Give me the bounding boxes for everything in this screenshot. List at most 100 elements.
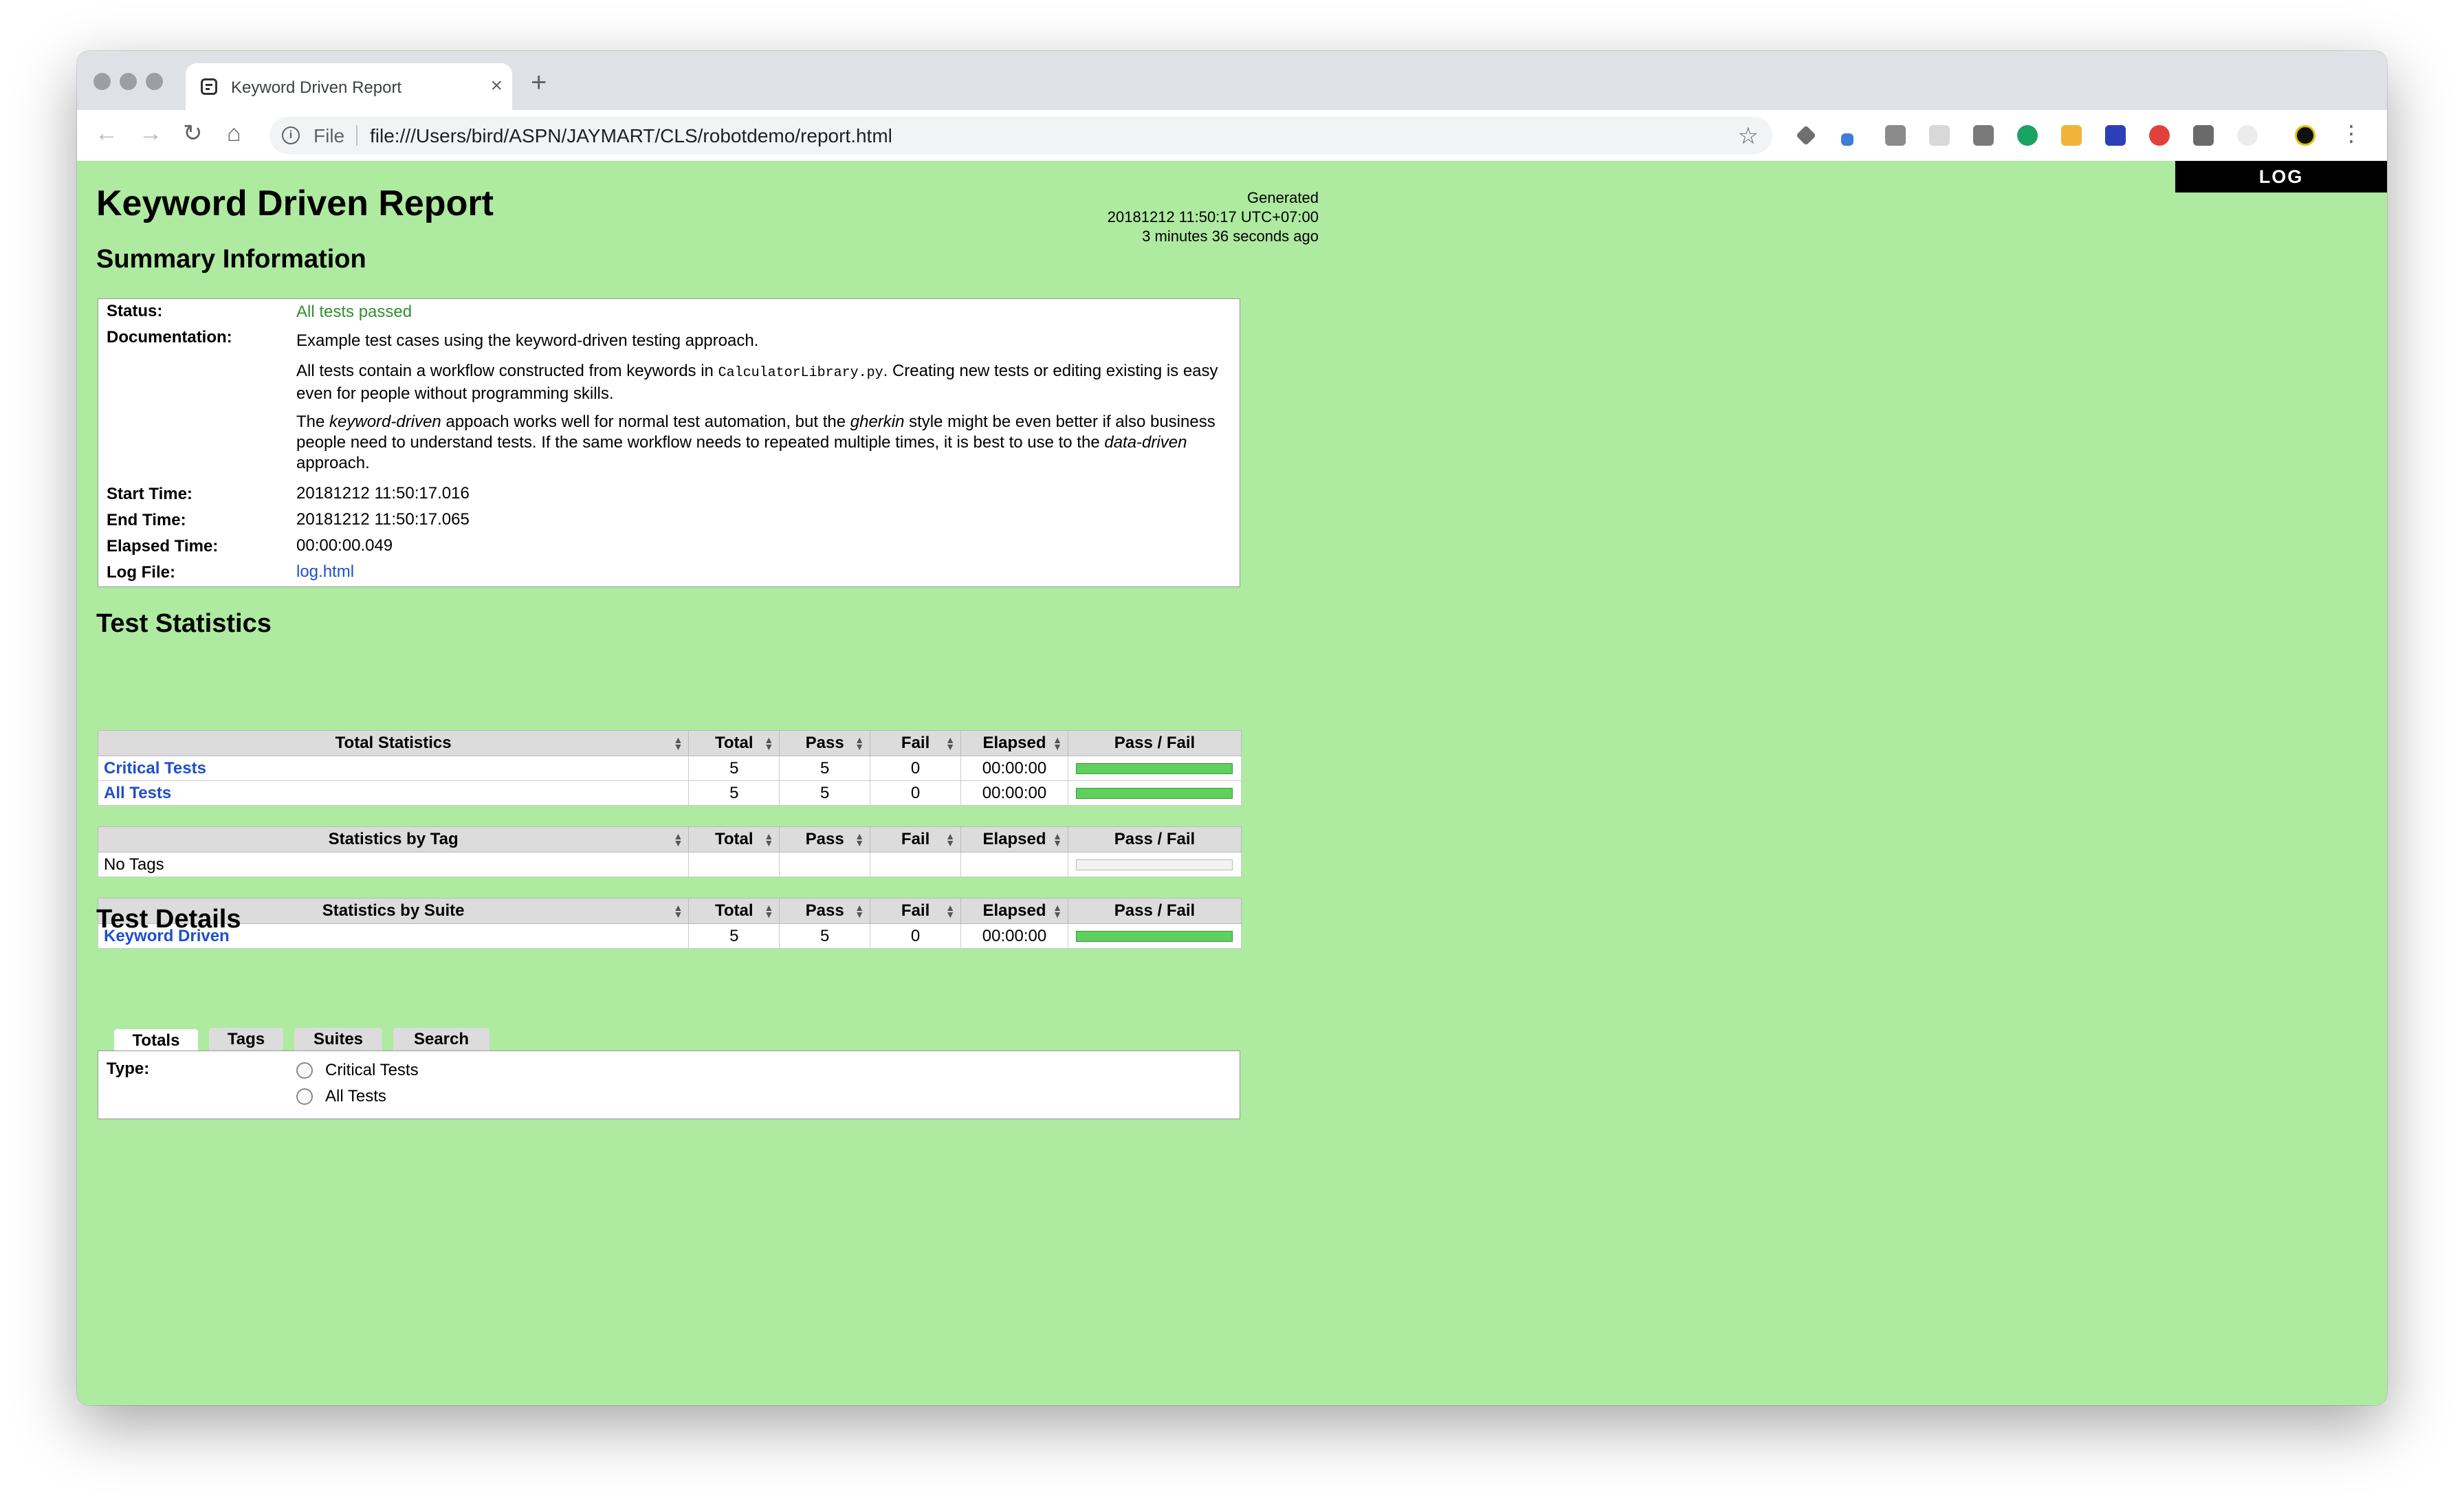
stat-name[interactable]: Critical Tests [97,756,690,781]
column-elapsed[interactable]: Elapsed ▲ ▼ [960,898,1068,924]
close-window-button[interactable] [94,73,111,90]
info-icon[interactable]: i [282,126,300,144]
address-bar[interactable]: i File file:///Users/bird/ASPN/JAYMART/C… [270,117,1772,154]
sort-arrows-icon[interactable]: ▲ ▼ [1053,831,1062,848]
stat-fail: 0 [870,923,962,949]
back-icon[interactable]: ← [95,120,118,147]
stat-total [688,852,780,877]
zoom-window-button[interactable] [146,73,163,90]
url-text[interactable]: file:///Users/bird/ASPN/JAYMART/CLS/robo… [370,125,892,147]
new-tab-button[interactable]: + [531,69,547,96]
sort-arrows-icon[interactable]: ▲ ▼ [855,831,864,848]
page-favicon-icon [201,78,217,95]
sort-arrows-icon[interactable]: ▲ ▼ [673,831,683,848]
column-elapsed[interactable]: Elapsed ▲ ▼ [960,826,1068,852]
elapsed-time-label: Elapsed Time: [107,537,219,556]
doc-emphasis: gherkin [850,412,905,431]
doc-paragraph-2: All tests contain a workflow constructed… [296,361,1231,404]
column-elapsed[interactable]: Elapsed ▲ ▼ [960,730,1068,756]
extension-camera-icon[interactable] [1885,125,1906,146]
extension-hash-icon[interactable] [2105,125,2126,146]
log-file-link[interactable]: log.html [296,562,1231,582]
stat-fail [870,852,962,877]
start-time-value: 20181212 11:50:17.016 [296,484,470,503]
column-total-label: Total [714,830,754,848]
extension-layers-icon[interactable] [1796,125,1816,146]
column-pass-fail[interactable]: Pass / Fail [1067,826,1242,852]
column-fail[interactable]: Fail ▲ ▼ [870,826,962,852]
home-icon[interactable]: ⌂ [227,120,241,147]
column-total[interactable]: Total ▲ ▼ [688,730,780,756]
doc-text: approach. [296,454,370,472]
column-fail-label: Fail [901,901,930,920]
sort-arrows-icon[interactable]: ▲ ▼ [764,903,773,919]
extension-picker-icon[interactable] [1841,133,1854,146]
stats-header-name[interactable]: Statistics by Tag ▲ ▼ [97,826,690,852]
tab-tags[interactable]: Tags [209,1028,283,1050]
status-label: Status: [107,302,163,320]
sort-arrows-icon[interactable]: ▲ ▼ [764,735,773,751]
sort-arrows-icon[interactable]: ▲ ▼ [673,903,683,919]
stats-header-name-label: Total Statistics [335,734,452,752]
type-label: Type: [107,1059,150,1078]
browser-tab[interactable]: Keyword Driven Report × [186,63,512,110]
browser-menu-icon[interactable]: ⋮ [2340,120,2362,147]
bookmark-star-icon[interactable]: ☆ [1738,122,1759,150]
extension-vue-icon[interactable] [2193,125,2214,146]
tab-suites[interactable]: Suites [294,1028,382,1050]
reload-icon[interactable]: ↻ [183,120,203,147]
pass-fail-graph [1067,923,1242,949]
sort-arrows-icon[interactable]: ▲ ▼ [945,831,955,848]
stat-name: No Tags [97,852,690,877]
sort-arrows-icon[interactable]: ▲ ▼ [855,735,864,751]
column-fail-label: Fail [901,830,930,848]
generated-ago: 3 minutes 36 seconds ago [1142,228,1319,245]
total-statistics-table: Total Statistics ▲ ▼ Total ▲ ▼ Pass ▲ ▼ Fail ▲ ▼ Ela… [97,730,1242,806]
column-pass[interactable]: Pass ▲ ▼ [779,826,871,852]
log-button[interactable]: LOG [2175,161,2387,192]
log-file-label: Log File: [107,563,175,582]
extension-clock-icon[interactable] [2237,125,2258,146]
column-pass-fail[interactable]: Pass / Fail [1067,898,1242,924]
minimize-window-button[interactable] [120,73,137,90]
table-row: Critical Tests 5 5 0 00:00:00 [97,756,1242,781]
tab-totals[interactable]: Totals [114,1029,198,1052]
start-time-label: Start Time: [107,485,192,503]
radio-all-tests[interactable] [296,1088,313,1105]
stat-name[interactable]: All Tests [97,780,690,806]
column-total[interactable]: Total ▲ ▼ [688,898,780,924]
sort-arrows-icon[interactable]: ▲ ▼ [945,903,955,919]
sort-arrows-icon[interactable]: ▲ ▼ [1053,903,1062,919]
tag-statistics-table: Statistics by Tag ▲ ▼ Total ▲ ▼ Pass ▲ ▼ Fail ▲ ▼ El… [97,826,1242,877]
extension-grammarly-icon[interactable] [2017,125,2038,146]
pass-fail-bar [1076,762,1233,774]
sort-arrows-icon[interactable]: ▲ ▼ [764,831,773,848]
browser-titlebar: Keyword Driven Report × + [77,51,2387,110]
sort-arrows-icon[interactable]: ▲ ▼ [945,735,955,751]
sort-arrows-icon[interactable]: ▲ ▼ [855,903,864,919]
extension-star-icon[interactable] [2149,125,2170,146]
column-total[interactable]: Total ▲ ▼ [688,826,780,852]
extension-code-icon[interactable] [1973,125,1994,146]
column-elapsed-label: Elapsed [982,734,1046,752]
column-pass-label: Pass [805,734,844,752]
doc-text: The [296,412,330,431]
extension-grid-icon[interactable] [1929,125,1950,146]
column-pass[interactable]: Pass ▲ ▼ [779,730,871,756]
forward-icon[interactable]: → [139,120,162,147]
column-pass-fail-label: Pass / Fail [1114,901,1196,920]
sort-arrows-icon[interactable]: ▲ ▼ [1053,735,1062,751]
elapsed-time-value: 00:00:00.049 [296,536,393,555]
column-fail[interactable]: Fail ▲ ▼ [870,730,962,756]
stats-header-name[interactable]: Total Statistics ▲ ▼ [97,730,690,756]
sort-arrows-icon[interactable]: ▲ ▼ [673,735,683,751]
extension-pencil-icon[interactable] [2061,125,2082,146]
profile-avatar-icon[interactable] [2295,125,2316,146]
column-pass-label: Pass [805,901,844,920]
radio-critical-tests[interactable] [296,1062,313,1079]
tab-close-icon[interactable]: × [490,74,503,98]
column-pass-fail[interactable]: Pass / Fail [1067,730,1242,756]
column-fail[interactable]: Fail ▲ ▼ [870,898,962,924]
column-pass[interactable]: Pass ▲ ▼ [779,898,871,924]
tab-search[interactable]: Search [393,1028,490,1050]
